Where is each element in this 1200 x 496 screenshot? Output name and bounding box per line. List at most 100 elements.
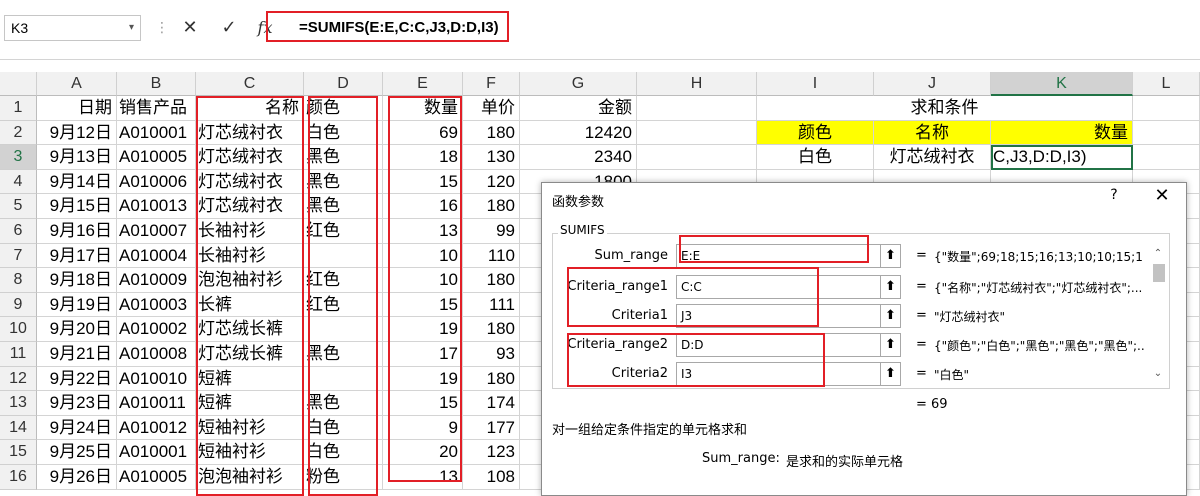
row-header-12[interactable]: 12 — [0, 366, 37, 392]
table-row-cell[interactable]: 20 — [383, 440, 463, 465]
table-row-cell[interactable]: 9 — [383, 415, 463, 441]
table-row-cell[interactable]: A010001 — [117, 440, 196, 465]
table-row-cell[interactable]: 白色 — [304, 120, 383, 146]
collapse-dialog-icon[interactable]: ⬆ — [881, 362, 901, 386]
table-row-cell[interactable]: 180 — [463, 194, 520, 219]
table-row-cell[interactable]: 15 — [383, 169, 463, 195]
column-header-b[interactable]: B — [117, 72, 196, 96]
enter-icon[interactable]: ✓ — [214, 14, 244, 42]
table-row-cell[interactable]: 10 — [383, 243, 463, 269]
criteria-header-cell[interactable]: 数量 — [991, 120, 1133, 146]
table-row-cell[interactable]: 红色 — [304, 268, 383, 293]
table-row-cell[interactable]: 9月21日 — [37, 342, 117, 367]
table-row-cell[interactable]: 108 — [463, 465, 520, 490]
cell[interactable] — [1133, 96, 1200, 121]
row-header-9[interactable]: 9 — [0, 292, 37, 318]
scroll-thumb[interactable] — [1153, 264, 1165, 282]
criteria-header-cell[interactable]: 名称 — [874, 120, 991, 146]
table-row-cell[interactable]: 黑色 — [304, 145, 383, 170]
table-row-cell[interactable]: 17 — [383, 342, 463, 367]
column-header-l[interactable]: L — [1133, 72, 1200, 96]
table-row-cell[interactable]: 9月20日 — [37, 317, 117, 342]
table-row-cell[interactable]: A010012 — [117, 415, 196, 441]
table-row-cell[interactable]: 灯芯绒衬衣 — [196, 120, 304, 146]
cancel-icon[interactable]: ✕ — [175, 14, 205, 42]
table-row-cell[interactable]: 灯芯绒长裤 — [196, 317, 304, 342]
table-row-cell[interactable]: 白色 — [304, 415, 383, 441]
table-row-cell[interactable]: 短裤 — [196, 391, 304, 416]
table-row-cell[interactable]: 短裤 — [196, 366, 304, 392]
table-row-cell[interactable]: 长裤 — [196, 292, 304, 318]
table-row-cell[interactable]: A010005 — [117, 145, 196, 170]
table-row-cell[interactable]: 黑色 — [304, 194, 383, 219]
table-row-cell[interactable]: 174 — [463, 391, 520, 416]
table-row-cell[interactable]: 177 — [463, 415, 520, 441]
table-row-cell[interactable]: 15 — [383, 292, 463, 318]
table-row-cell[interactable]: A010002 — [117, 317, 196, 342]
table-row-cell[interactable]: 黑色 — [304, 169, 383, 195]
table-row-cell[interactable]: 123 — [463, 440, 520, 465]
help-icon[interactable]: ? — [1104, 187, 1124, 203]
column-header-i[interactable]: I — [757, 72, 874, 96]
row-header-7[interactable]: 7 — [0, 243, 37, 269]
table-row-cell[interactable]: 10 — [383, 268, 463, 293]
table-row-cell[interactable]: 13 — [383, 465, 463, 490]
table-row-cell[interactable]: 9月14日 — [37, 169, 117, 195]
table-header-cell[interactable]: 日期 — [37, 96, 117, 121]
row-header-10[interactable]: 10 — [0, 317, 37, 342]
table-row-cell[interactable]: 12420 — [520, 120, 637, 146]
column-header-e[interactable]: E — [383, 72, 463, 96]
argument-input[interactable]: D:D — [676, 333, 881, 357]
column-header-k[interactable]: K — [991, 72, 1133, 96]
column-header-h[interactable]: H — [637, 72, 757, 96]
table-row-cell[interactable]: 泡泡袖衬衫 — [196, 465, 304, 490]
select-all-corner[interactable] — [0, 72, 37, 96]
table-header-cell[interactable]: 销售产品 — [117, 96, 196, 121]
table-row-cell[interactable]: A010003 — [117, 292, 196, 318]
table-row-cell[interactable]: 白色 — [304, 440, 383, 465]
collapse-dialog-icon[interactable]: ⬆ — [881, 244, 901, 268]
table-header-cell[interactable]: 数量 — [383, 96, 463, 121]
table-row-cell[interactable]: 粉色 — [304, 465, 383, 490]
table-row-cell[interactable]: A010005 — [117, 465, 196, 490]
scroll-up-icon[interactable]: ⌃ — [1150, 248, 1166, 259]
table-header-cell[interactable]: 金额 — [520, 96, 637, 121]
row-header-15[interactable]: 15 — [0, 440, 37, 465]
column-header-j[interactable]: J — [874, 72, 991, 96]
column-header-g[interactable]: G — [520, 72, 637, 96]
cell[interactable] — [637, 145, 757, 170]
row-header-16[interactable]: 16 — [0, 465, 37, 490]
argument-input[interactable]: J3 — [676, 304, 881, 328]
table-row-cell[interactable]: A010004 — [117, 243, 196, 269]
cell[interactable] — [1133, 120, 1200, 146]
criteria-title[interactable]: 求和条件 — [757, 96, 1133, 121]
cell[interactable] — [637, 120, 757, 146]
table-row-cell[interactable]: 灯芯绒长裤 — [196, 342, 304, 367]
table-row-cell[interactable]: 99 — [463, 219, 520, 244]
collapse-dialog-icon[interactable]: ⬆ — [881, 333, 901, 357]
table-row-cell[interactable]: 灯芯绒衬衣 — [196, 194, 304, 219]
row-header-6[interactable]: 6 — [0, 219, 37, 244]
table-row-cell[interactable]: A010009 — [117, 268, 196, 293]
collapse-dialog-icon[interactable]: ⬆ — [881, 275, 901, 299]
argument-input[interactable]: I3 — [676, 362, 881, 386]
name-box[interactable]: K3 ▾ — [4, 15, 141, 41]
table-row-cell[interactable]: 130 — [463, 145, 520, 170]
table-row-cell[interactable]: 69 — [383, 120, 463, 146]
collapse-dialog-icon[interactable]: ⬆ — [881, 304, 901, 328]
table-row-cell[interactable]: 灯芯绒衬衣 — [196, 145, 304, 170]
table-row-cell[interactable]: A010008 — [117, 342, 196, 367]
column-header-d[interactable]: D — [304, 72, 383, 96]
table-row-cell[interactable]: 红色 — [304, 292, 383, 318]
table-row-cell[interactable]: 短袖衬衫 — [196, 415, 304, 441]
table-row-cell[interactable]: 红色 — [304, 219, 383, 244]
table-row-cell[interactable]: 9月25日 — [37, 440, 117, 465]
table-row-cell[interactable] — [304, 243, 383, 269]
arguments-scrollbar[interactable]: ⌃ ⌄ — [1150, 246, 1166, 384]
criteria-value-cell[interactable]: 白色 — [757, 145, 874, 170]
table-row-cell[interactable]: 9月24日 — [37, 415, 117, 441]
table-row-cell[interactable]: 9月26日 — [37, 465, 117, 490]
table-header-cell[interactable]: 颜色 — [304, 96, 383, 121]
row-header-5[interactable]: 5 — [0, 194, 37, 219]
row-header-11[interactable]: 11 — [0, 342, 37, 367]
